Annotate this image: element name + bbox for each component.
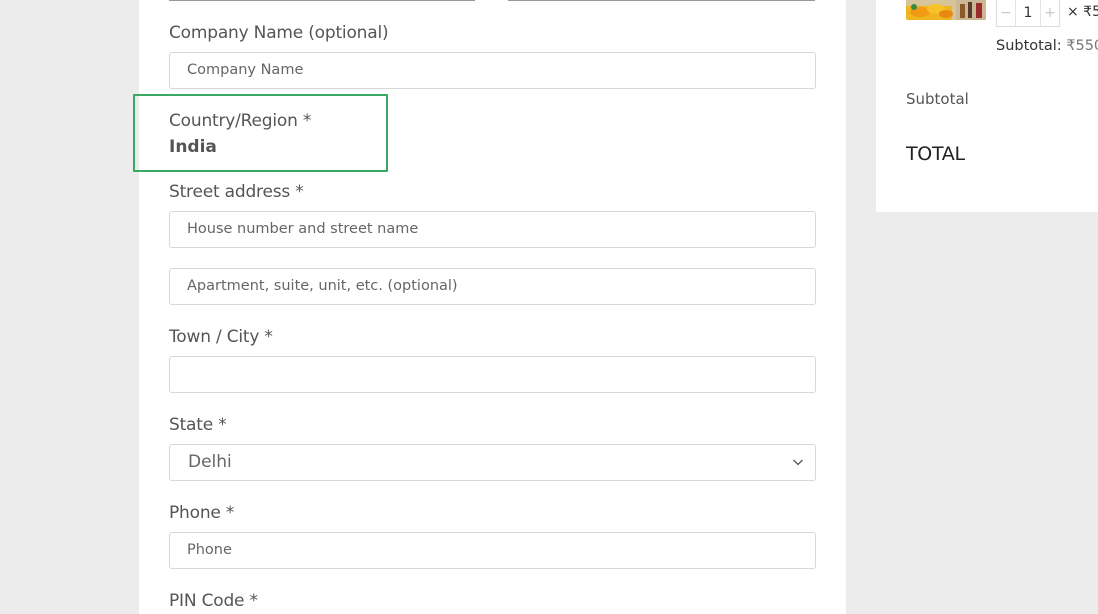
previous-field-bottom-border: [508, 0, 815, 1]
unit-price: × ₹5: [1067, 4, 1098, 20]
town-city-label: Town / City *: [169, 327, 273, 347]
item-subtotal: Subtotal: ₹550.0: [996, 38, 1098, 54]
billing-form-panel: [139, 0, 846, 614]
product-thumbnail[interactable]: [906, 0, 986, 20]
chevron-down-icon: [793, 459, 803, 466]
state-selected-value: Delhi: [188, 452, 232, 472]
town-city-input[interactable]: [169, 356, 816, 393]
phone-input[interactable]: Phone: [169, 532, 816, 569]
state-label: State *: [169, 415, 227, 435]
item-subtotal-value: ₹550.0: [1066, 38, 1098, 54]
previous-field-bottom-border: [169, 0, 475, 1]
summary-total-label: TOTAL: [906, 143, 965, 165]
street-address-line1-placeholder: House number and street name: [187, 221, 419, 237]
company-name-placeholder: Company Name: [187, 62, 304, 78]
phone-placeholder: Phone: [187, 542, 232, 558]
street-address-line1-input[interactable]: House number and street name: [169, 211, 816, 248]
street-address-label: Street address *: [169, 182, 304, 202]
phone-label: Phone *: [169, 503, 235, 523]
street-address-line2-input[interactable]: Apartment, suite, unit, etc. (optional): [169, 268, 816, 305]
quantity-decrease-button[interactable]: −: [997, 0, 1016, 26]
summary-subtotal-label: Subtotal: [906, 90, 969, 108]
company-name-input[interactable]: Company Name: [169, 52, 816, 89]
country-highlight-box: [133, 94, 388, 172]
state-select[interactable]: Delhi: [169, 444, 816, 481]
company-name-label: Company Name (optional): [169, 23, 389, 43]
quantity-value[interactable]: 1: [1015, 0, 1041, 26]
street-address-line2-placeholder: Apartment, suite, unit, etc. (optional): [187, 278, 458, 294]
quantity-increase-button[interactable]: +: [1040, 0, 1059, 26]
item-subtotal-label: Subtotal:: [996, 38, 1062, 54]
pin-code-label: PIN Code *: [169, 591, 258, 611]
quantity-stepper[interactable]: − 1 +: [996, 0, 1060, 27]
